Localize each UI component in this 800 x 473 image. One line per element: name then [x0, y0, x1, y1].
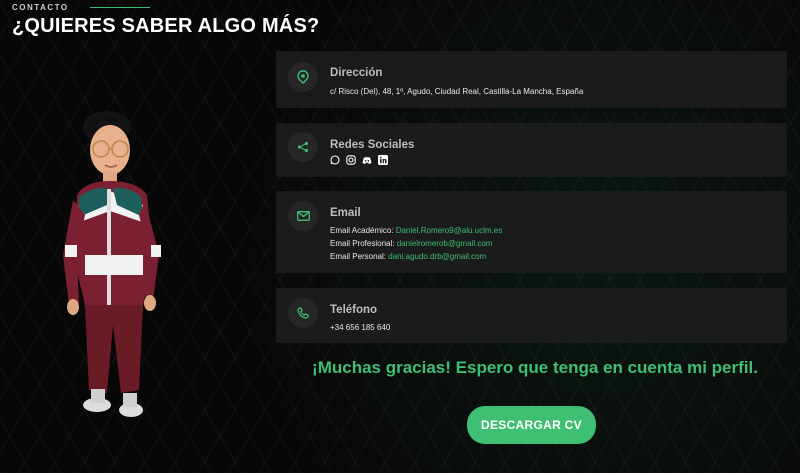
phone-number[interactable]: +34 656 185 640 — [330, 323, 390, 332]
social-card: Redes Sociales — [276, 123, 787, 177]
email-academic-label: Email Académico: — [330, 226, 394, 235]
social-links — [330, 155, 388, 165]
thanks-message: ¡Muchas gracias! Espero que tenga en cue… — [312, 358, 758, 377]
email-professional-label: Email Profesional: — [330, 239, 395, 248]
phone-card: Teléfono +34 656 185 640 — [276, 288, 787, 343]
page-title: ¿QUIERES SABER ALGO MÁS? — [12, 15, 320, 37]
phone-title: Teléfono — [330, 304, 378, 316]
phone-icon — [288, 298, 318, 328]
email-personal-link[interactable]: dani.agudo.drb@gmail.com — [388, 252, 486, 261]
email-personal: Email Personal: dani.agudo.drb@gmail.com — [330, 252, 486, 261]
email-title: Email — [330, 207, 361, 219]
email-academic: Email Académico: Daniel.Romero9@alu.uclm… — [330, 226, 502, 235]
email-professional: Email Profesional: danielromerob@gmail.c… — [330, 239, 492, 248]
email-academic-link[interactable]: Daniel.Romero9@alu.uclm.es — [396, 226, 502, 235]
instagram-icon[interactable] — [346, 155, 356, 165]
avatar-illustration — [63, 111, 161, 417]
share-icon — [288, 132, 318, 162]
address-card: Dirección c/ Risco (Del), 48, 1º, Agudo,… — [276, 51, 787, 108]
address-title: Dirección — [330, 67, 383, 79]
mail-icon — [288, 201, 318, 231]
linkedin-icon[interactable] — [378, 155, 388, 165]
whatsapp-icon[interactable] — [330, 155, 340, 165]
map-pin-icon — [288, 62, 318, 92]
social-title: Redes Sociales — [330, 139, 415, 151]
eyebrow-divider — [90, 7, 150, 8]
download-cv-button[interactable]: DESCARGAR CV — [467, 406, 596, 444]
email-personal-label: Email Personal: — [330, 252, 387, 261]
address-text: c/ Risco (Del), 48, 1º, Agudo, Ciudad Re… — [330, 87, 584, 96]
email-card: Email Email Académico: Daniel.Romero9@al… — [276, 191, 787, 273]
email-professional-link[interactable]: danielromerob@gmail.com — [397, 239, 493, 248]
section-eyebrow: CONTACTO — [12, 3, 69, 12]
discord-icon[interactable] — [362, 155, 372, 165]
